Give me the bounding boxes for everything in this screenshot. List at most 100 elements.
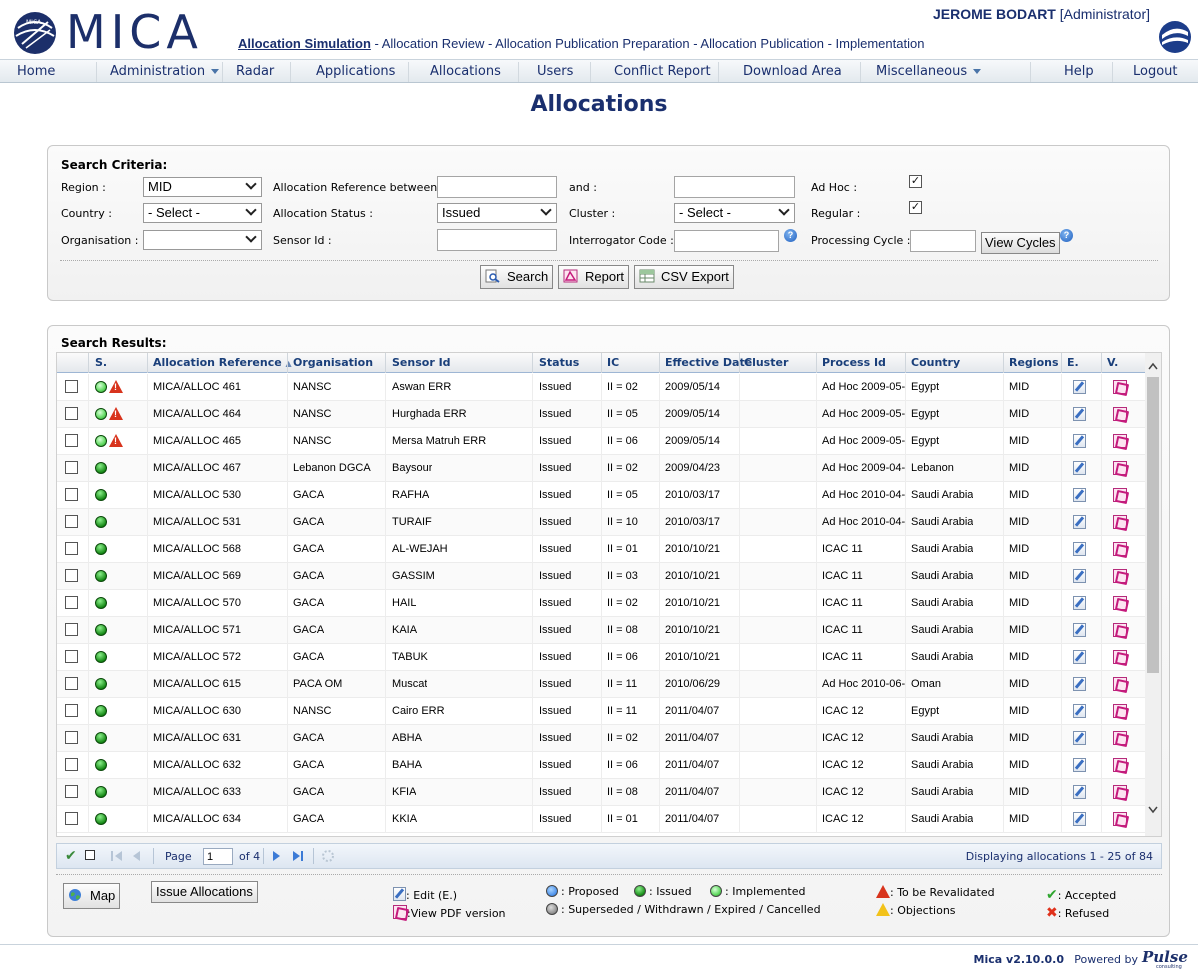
edit-icon[interactable]: [1073, 488, 1086, 502]
pdf-icon[interactable]: [1113, 407, 1127, 421]
col-country[interactable]: Country: [911, 356, 960, 369]
row-checkbox[interactable]: [65, 812, 78, 825]
table-row[interactable]: MICA/ALLOC 631 GACA ABHA Issued II = 02 2011/…: [57, 725, 1147, 752]
col-ic[interactable]: IC: [607, 356, 619, 369]
edit-icon[interactable]: [1073, 596, 1086, 610]
vertical-scrollbar[interactable]: [1145, 353, 1161, 836]
table-row[interactable]: MICA/ALLOC 634 GACA KKIA Issued II = 01 2011/…: [57, 806, 1147, 833]
edit-icon[interactable]: [1073, 677, 1086, 691]
row-checkbox[interactable]: [65, 623, 78, 636]
deselect-all-icon[interactable]: [85, 850, 95, 860]
pdf-icon[interactable]: [1113, 731, 1127, 745]
edit-icon[interactable]: [1073, 704, 1086, 718]
edit-icon[interactable]: [1073, 758, 1086, 772]
select-all-icon[interactable]: ✔: [65, 848, 77, 864]
row-checkbox[interactable]: [65, 407, 78, 420]
col-regions[interactable]: Regions: [1009, 356, 1059, 369]
sensor-id-input[interactable]: [437, 229, 557, 251]
edit-icon[interactable]: [1073, 731, 1086, 745]
pdf-icon[interactable]: [1113, 785, 1127, 799]
nav-applications[interactable]: Applications: [316, 64, 395, 79]
nav-logout[interactable]: Logout: [1133, 64, 1178, 79]
table-row[interactable]: MICA/ALLOC 570 GACA HAIL Issued II = 02 2010/…: [57, 590, 1147, 617]
table-row[interactable]: ! MICA/ALLOC 465 NANSC Mersa Matruh ERR Issu…: [57, 428, 1147, 455]
row-checkbox[interactable]: [65, 677, 78, 690]
row-checkbox[interactable]: [65, 731, 78, 744]
alloc-status-select[interactable]: Issued: [437, 203, 557, 223]
country-select[interactable]: - Select -: [143, 203, 262, 223]
csv-export-button[interactable]: CSV Export: [634, 265, 734, 289]
table-row[interactable]: MICA/ALLOC 531 GACA TURAIF Issued II = 10 201…: [57, 509, 1147, 536]
row-checkbox[interactable]: [65, 488, 78, 501]
row-checkbox[interactable]: [65, 380, 78, 393]
edit-icon[interactable]: [1073, 542, 1086, 556]
edit-icon[interactable]: [1073, 569, 1086, 583]
table-row[interactable]: MICA/ALLOC 568 GACA AL-WEJAH Issued II = 01 2…: [57, 536, 1147, 563]
next-page-icon[interactable]: [273, 851, 280, 861]
pdf-icon[interactable]: [1113, 380, 1127, 394]
row-checkbox[interactable]: [65, 542, 78, 555]
pdf-icon[interactable]: [1113, 515, 1127, 529]
pdf-icon[interactable]: [1113, 677, 1127, 691]
nav-allocations[interactable]: Allocations: [430, 64, 501, 79]
table-row[interactable]: MICA/ALLOC 633 GACA KFIA Issued II = 08 2011/…: [57, 779, 1147, 806]
row-checkbox[interactable]: [65, 758, 78, 771]
pdf-icon[interactable]: [1113, 623, 1127, 637]
chevron-down-icon[interactable]: [1147, 805, 1159, 815]
edit-icon[interactable]: [1073, 461, 1086, 475]
nav-conflict-report[interactable]: Conflict Report: [614, 64, 711, 79]
edit-icon[interactable]: [1073, 434, 1086, 448]
last-page-icon[interactable]: [293, 851, 300, 861]
pdf-icon[interactable]: [1113, 461, 1127, 475]
edit-icon[interactable]: [1073, 785, 1086, 799]
chevron-up-icon[interactable]: [1147, 361, 1159, 371]
pdf-icon[interactable]: [1113, 650, 1127, 664]
edit-icon[interactable]: [1073, 407, 1086, 421]
mica-logo[interactable]: MICA MICA: [8, 6, 218, 56]
table-row[interactable]: MICA/ALLOC 530 GACA RAFHA Issued II = 05 2010…: [57, 482, 1147, 509]
pdf-icon[interactable]: [1113, 542, 1127, 556]
nav-users[interactable]: Users: [537, 64, 573, 79]
col-cluster[interactable]: Cluster: [744, 356, 788, 369]
row-checkbox[interactable]: [65, 596, 78, 609]
cluster-select[interactable]: - Select -: [674, 203, 795, 223]
col-status-icon[interactable]: S.: [95, 356, 107, 369]
nav-home[interactable]: Home: [17, 64, 55, 79]
col-sensor-id[interactable]: Sensor Id: [392, 356, 451, 369]
row-checkbox[interactable]: [65, 785, 78, 798]
col-status[interactable]: Status: [539, 356, 579, 369]
edit-icon[interactable]: [1073, 515, 1086, 529]
table-row[interactable]: MICA/ALLOC 467 Lebanon DGCA Baysour Issued I…: [57, 455, 1147, 482]
region-select[interactable]: MID: [143, 177, 262, 197]
alloc-ref-from-input[interactable]: [437, 176, 557, 198]
row-checkbox[interactable]: [65, 704, 78, 717]
row-checkbox[interactable]: [65, 569, 78, 582]
pdf-icon[interactable]: [1113, 488, 1127, 502]
table-row[interactable]: MICA/ALLOC 615 PACA OM Muscat Issued II = 11…: [57, 671, 1147, 698]
organisation-select[interactable]: [143, 230, 262, 250]
pdf-icon[interactable]: [1113, 569, 1127, 583]
pulse-logo-icon[interactable]: Pulse consulting: [1140, 947, 1194, 969]
issue-allocations-button[interactable]: Issue Allocations: [151, 881, 258, 903]
edit-icon[interactable]: [1073, 812, 1086, 826]
table-row[interactable]: MICA/ALLOC 571 GACA KAIA Issued II = 08 2010/…: [57, 617, 1147, 644]
view-cycles-button[interactable]: View Cycles: [981, 232, 1060, 254]
prev-page-icon[interactable]: [133, 851, 140, 861]
table-row[interactable]: MICA/ALLOC 632 GACA BAHA Issued II = 06 2011/…: [57, 752, 1147, 779]
table-row[interactable]: MICA/ALLOC 572 GACA TABUK Issued II = 06 2010…: [57, 644, 1147, 671]
page-number-input[interactable]: [203, 848, 233, 865]
nav-radar[interactable]: Radar: [236, 64, 274, 79]
help-icon[interactable]: ?: [1060, 229, 1073, 242]
nav-help[interactable]: Help: [1064, 64, 1094, 79]
adhoc-checkbox[interactable]: ✓: [909, 175, 922, 188]
row-checkbox[interactable]: [65, 515, 78, 528]
row-checkbox[interactable]: [65, 434, 78, 447]
regular-checkbox[interactable]: ✓: [909, 201, 922, 214]
col-allocation-reference[interactable]: Allocation Reference ▲: [153, 356, 292, 369]
alloc-ref-to-input[interactable]: [674, 176, 795, 198]
refresh-icon[interactable]: [321, 849, 335, 863]
nav-administration[interactable]: Administration: [110, 64, 220, 79]
search-button[interactable]: Search: [480, 265, 554, 289]
scrollbar-thumb[interactable]: [1147, 377, 1159, 673]
edit-icon[interactable]: [1073, 380, 1086, 394]
